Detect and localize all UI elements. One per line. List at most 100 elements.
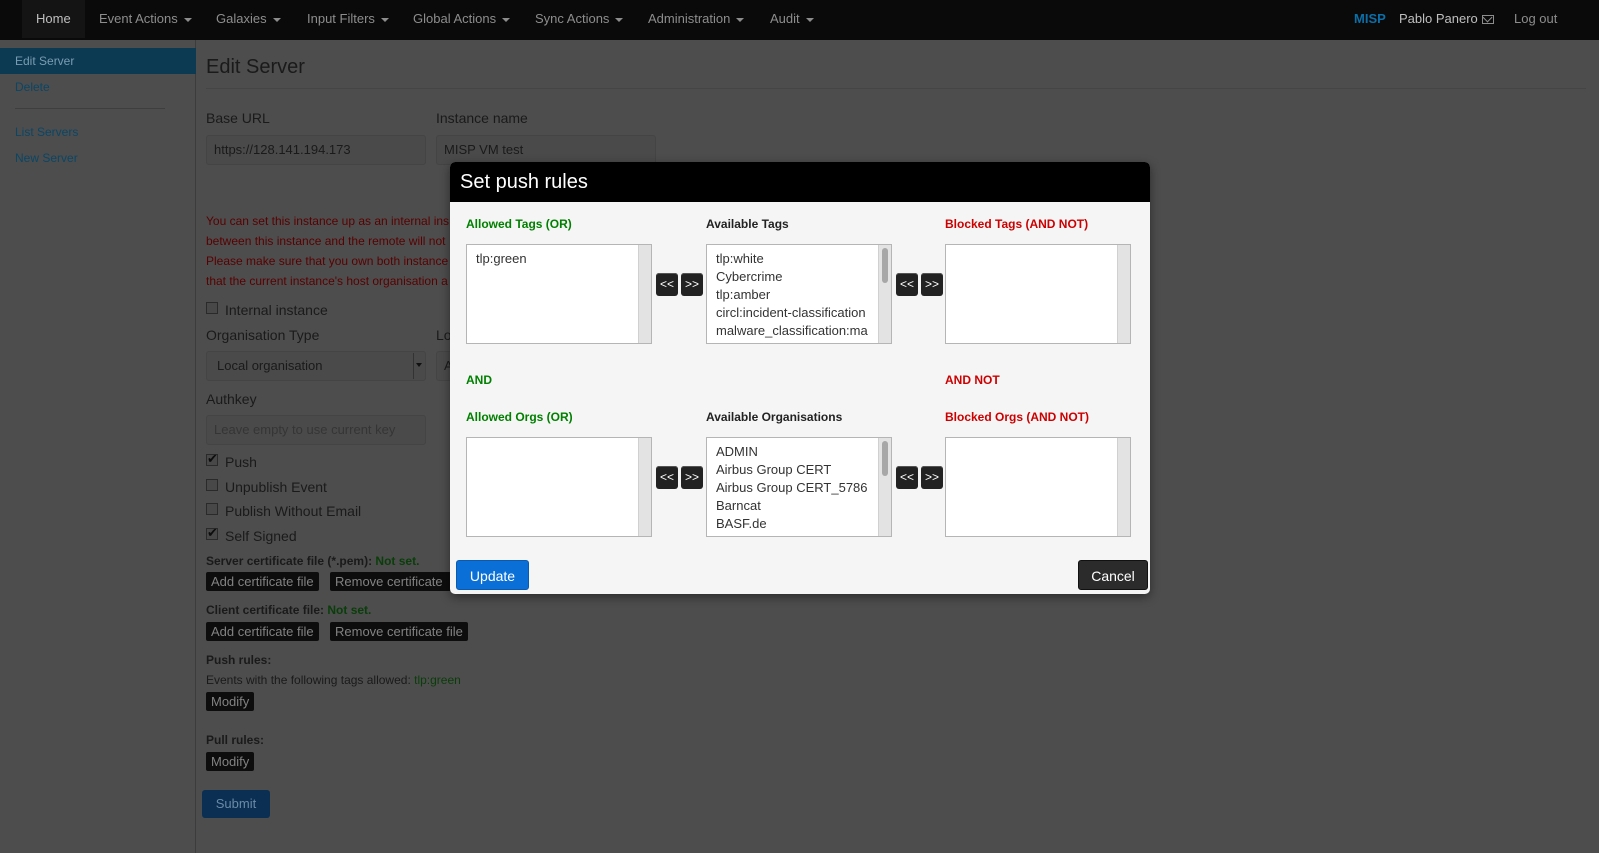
available-orgs-list[interactable]: ADMIN Airbus Group CERT Airbus Group CER…	[706, 437, 892, 537]
allowed-tags-label: Allowed Tags (OR)	[466, 217, 572, 231]
move-right-button[interactable]: >>	[681, 273, 703, 296]
misp-logo[interactable]: MISP	[1354, 0, 1386, 38]
publish-without-email-checkbox[interactable]	[206, 503, 218, 515]
sidebar-item-delete[interactable]: Delete	[0, 74, 196, 100]
push-rules-modal: Set push rules Allowed Tags (OR) Availab…	[450, 162, 1150, 594]
top-navbar: Home Event Actions Galaxies Input Filter…	[0, 0, 1599, 40]
blocked-orgs-label: Blocked Orgs (AND NOT)	[945, 410, 1090, 424]
internal-instance-checkbox[interactable]	[206, 302, 218, 314]
blocked-tags-list[interactable]	[945, 244, 1131, 344]
nav-sync-actions[interactable]: Sync Actions	[535, 0, 624, 38]
user-name[interactable]: Pablo Panero	[1399, 0, 1478, 38]
scrollbar-thumb[interactable]	[882, 441, 888, 476]
move-right-button[interactable]: >>	[921, 466, 943, 489]
scrollbar[interactable]	[1117, 245, 1130, 343]
push-label: Push	[225, 454, 257, 470]
unpublish-event-checkbox[interactable]	[206, 479, 218, 491]
add-client-cert-button[interactable]: Add certificate file	[206, 622, 319, 641]
modal-title: Set push rules	[450, 162, 1150, 202]
title-divider	[206, 88, 1586, 89]
move-left-button[interactable]: <<	[656, 273, 678, 296]
server-cert-status: Not set.	[375, 554, 420, 568]
list-item[interactable]: malware_classification:ma	[716, 322, 875, 340]
chevron-down-icon	[413, 353, 423, 379]
chevron-down-icon	[272, 17, 281, 22]
update-button[interactable]: Update	[456, 560, 529, 590]
move-left-button[interactable]: <<	[896, 466, 918, 489]
base-url-label: Base URL	[206, 110, 270, 126]
logout-link[interactable]: Log out	[1514, 0, 1557, 38]
sidebar-divider	[15, 108, 165, 109]
allowed-tags-list[interactable]: tlp:green	[466, 244, 652, 344]
list-item[interactable]: Airbus Group CERT_5786	[716, 479, 875, 497]
instance-name-input[interactable]: MISP VM test	[436, 135, 656, 165]
client-cert-label: Client certificate file: Not set.	[206, 603, 372, 617]
list-item[interactable]: ADMIN	[716, 443, 875, 461]
nav-event-actions[interactable]: Event Actions	[99, 0, 192, 38]
self-signed-label: Self Signed	[225, 528, 297, 544]
nav-audit[interactable]: Audit	[770, 0, 814, 38]
available-tags-list[interactable]: tlp:white Cybercrime tlp:amber circl:inc…	[706, 244, 892, 344]
list-item[interactable]: tlp:white	[716, 250, 875, 268]
list-item[interactable]: BASF.de	[716, 515, 875, 533]
scrollbar[interactable]	[878, 245, 891, 343]
sidebar-item-new-server[interactable]: New Server	[0, 145, 196, 171]
scrollbar[interactable]	[638, 438, 651, 536]
move-right-button[interactable]: >>	[921, 273, 943, 296]
list-item[interactable]: circl:incident-classification	[716, 304, 875, 322]
chevron-down-icon	[183, 17, 192, 22]
scrollbar[interactable]	[878, 438, 891, 536]
push-rules-label: Push rules:	[206, 653, 272, 667]
list-item[interactable]: tlp:amber	[716, 286, 875, 304]
client-cert-status: Not set.	[327, 603, 372, 617]
scrollbar[interactable]	[638, 245, 651, 343]
page-title: Edit Server	[206, 56, 305, 78]
publish-without-email-label: Publish Without Email	[225, 503, 362, 519]
push-checkbox[interactable]	[206, 451, 218, 467]
nav-galaxies[interactable]: Galaxies	[216, 0, 281, 38]
blocked-orgs-list[interactable]	[945, 437, 1131, 537]
base-url-input[interactable]: https://128.141.194.173	[206, 135, 426, 165]
available-orgs-label: Available Organisations	[706, 410, 843, 424]
pull-rules-label: Pull rules:	[206, 733, 265, 747]
modify-pull-rules-button[interactable]: Modify	[206, 752, 255, 771]
submit-button[interactable]: Submit	[202, 790, 270, 818]
authkey-input[interactable]: Leave empty to use current key	[206, 415, 426, 445]
move-right-button[interactable]: >>	[681, 466, 703, 489]
sidebar: Edit Server Delete List Servers New Serv…	[0, 40, 196, 853]
self-signed-checkbox[interactable]	[206, 525, 218, 541]
list-item[interactable]: Barncat	[716, 497, 875, 515]
internal-warning-line: Please make sure that you own both insta…	[206, 254, 449, 268]
allowed-orgs-list[interactable]	[466, 437, 652, 537]
nav-home[interactable]: Home	[22, 0, 85, 38]
unpublish-event-label: Unpublish Event	[225, 479, 327, 495]
scrollbar[interactable]	[1117, 438, 1130, 536]
push-rules-summary: Events with the following tags allowed: …	[206, 673, 461, 687]
list-item[interactable]: Airbus Group CERT	[716, 461, 875, 479]
move-left-button[interactable]: <<	[656, 466, 678, 489]
nav-administration[interactable]: Administration	[648, 0, 745, 38]
envelope-icon	[1482, 15, 1494, 25]
org-type-label: Organisation Type	[206, 327, 320, 343]
modify-push-rules-button[interactable]: Modify	[206, 692, 255, 711]
scrollbar-thumb[interactable]	[882, 248, 888, 283]
mail-link[interactable]	[1482, 0, 1494, 38]
nav-input-filters[interactable]: Input Filters	[307, 0, 389, 38]
cancel-button[interactable]: Cancel	[1078, 560, 1148, 590]
list-item[interactable]: tlp:green	[476, 250, 635, 268]
list-item[interactable]: Cybercrime	[716, 268, 875, 286]
push-rules-tag: tlp:green	[414, 673, 461, 687]
org-type-select[interactable]: Local organisation	[206, 351, 426, 381]
sidebar-item-list-servers[interactable]: List Servers	[0, 119, 196, 145]
remove-client-cert-button[interactable]: Remove certificate file	[330, 622, 468, 641]
chevron-down-icon	[805, 17, 814, 22]
internal-instance-label: Internal instance	[225, 302, 328, 318]
internal-warning-line: You can set this instance up as an inter…	[206, 214, 450, 228]
internal-warning-line: between this instance and the remote wil…	[206, 234, 446, 248]
nav-global-actions[interactable]: Global Actions	[413, 0, 511, 38]
add-server-cert-button[interactable]: Add certificate file	[206, 572, 319, 591]
chevron-down-icon	[615, 17, 624, 22]
allowed-orgs-label: Allowed Orgs (OR)	[466, 410, 573, 424]
move-left-button[interactable]: <<	[896, 273, 918, 296]
sidebar-item-edit-server[interactable]: Edit Server	[0, 48, 196, 74]
